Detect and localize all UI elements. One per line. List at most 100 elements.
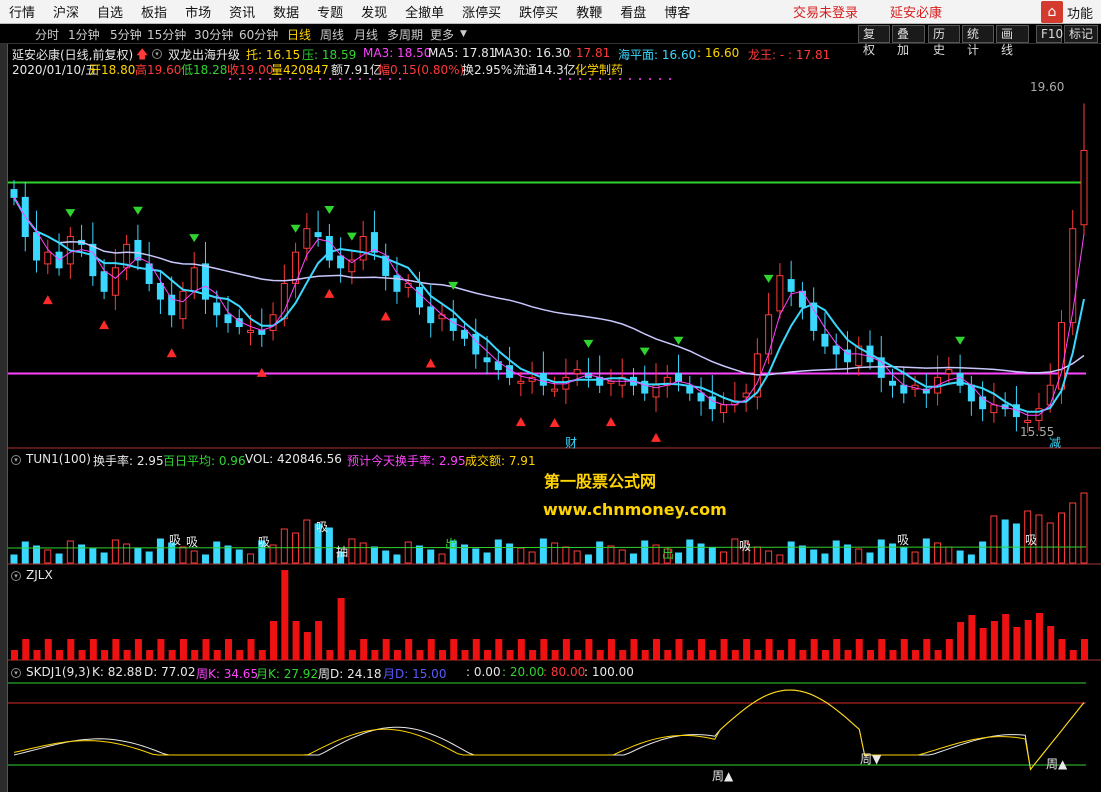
fund-flow-bar: [731, 650, 739, 660]
skdj-week-k: 周K: 34.65: [196, 667, 259, 681]
turnover-bar: [1057, 512, 1065, 564]
turnover-bar: [765, 550, 773, 564]
candle-body: [247, 329, 255, 333]
fund-flow-bar: [1047, 626, 1055, 660]
fund-flow-bar: [22, 639, 30, 660]
sell-triangle-marker: [189, 234, 200, 243]
turnover-bar: [190, 550, 198, 564]
fund-flow-bar: [191, 650, 199, 660]
close-value: 收19.00: [227, 63, 274, 77]
fund-flow-bar: [1069, 650, 1077, 660]
fund-flow-bar: [562, 639, 570, 660]
zjlx-panel-menu-icon[interactable]: ▾: [11, 571, 21, 581]
signal-dot: [259, 78, 261, 80]
fund-flow-bar: [303, 632, 311, 660]
fund-flow-bar: [867, 650, 874, 660]
turnover-bar: [720, 551, 728, 564]
xi-marker: 吸: [739, 539, 752, 553]
turnover-forecast: 预计今天换手率: 2.95: [347, 454, 466, 468]
turnover-bar: [731, 538, 739, 564]
fund-flow-bar: [1058, 639, 1066, 660]
xi-marker: 吸: [186, 535, 199, 549]
signal-dot: [559, 78, 561, 80]
turnover-bar: [596, 541, 604, 564]
triangle-down-icon: ▼: [872, 752, 882, 766]
buy-triangle-marker: [515, 417, 526, 427]
candle-body: [303, 228, 311, 249]
turnover-bar: [517, 547, 525, 564]
turnover-bar: [956, 550, 964, 564]
zhou-up-marker: 周▲: [1046, 755, 1067, 772]
fund-flow-bar: [1035, 613, 1043, 660]
turnover-bar: [370, 546, 378, 564]
sell-triangle-marker: [673, 336, 684, 345]
fund-flow-bar: [630, 639, 638, 660]
turnover-bar: [415, 545, 423, 564]
fund-flow-bar: [1002, 614, 1010, 660]
turnover-bar: [100, 552, 108, 564]
watermark-url: www.chnmoney.com: [543, 500, 727, 519]
turnover-bar: [359, 542, 367, 564]
candle-body: [224, 314, 232, 324]
candle-body: [1046, 384, 1054, 406]
buy-triangle-marker: [605, 417, 616, 427]
signal-dot: [339, 78, 341, 80]
ma3-value: MA3: 18.50: [363, 46, 432, 60]
turnover-bar: [382, 550, 390, 564]
candle-body: [483, 357, 491, 363]
turnover-bar: [551, 542, 559, 564]
turnover-bar: [753, 546, 761, 564]
signal-dot: [229, 78, 231, 80]
turnover-bar: [900, 547, 908, 564]
collapse-icon[interactable]: ▾: [152, 49, 162, 59]
candle-body: [190, 267, 198, 292]
fund-flow-bar: [484, 650, 492, 660]
fund-flow-bar: [472, 639, 480, 660]
turnover-bar: [472, 548, 480, 564]
signal-dot: [599, 78, 601, 80]
turnover-value: 换2.95%: [462, 63, 513, 77]
fund-flow-bar: [11, 650, 18, 660]
fund-flow-bar: [979, 628, 987, 660]
turnover-bar: [506, 543, 514, 564]
sell-triangle-marker: [583, 339, 594, 348]
turnover-bar: [10, 554, 18, 564]
fund-flow-bar: [540, 639, 548, 660]
longwang-value: 龙王: - : 17.81: [748, 48, 831, 62]
fund-flow-bar: [348, 650, 356, 660]
turnover-bar: [393, 554, 401, 564]
fund-flow-bar: [551, 650, 559, 660]
fund-flow-bar: [517, 639, 525, 660]
turnover-panel-title: TUN1(100): [26, 452, 91, 466]
buy-triangle-marker: [256, 367, 267, 377]
signal-dot: [659, 78, 661, 80]
turnover-panel-menu-icon[interactable]: ▾: [11, 455, 21, 465]
watermark-title: 第一股票公式网: [544, 472, 657, 491]
fund-flow-bar: [78, 650, 86, 660]
turnover-bar: [33, 545, 41, 564]
turnover-bar: [922, 538, 930, 564]
skdj-panel-menu-icon[interactable]: ▾: [11, 668, 21, 678]
fund-flow-bar: [179, 639, 187, 660]
signal-dot: [289, 78, 291, 80]
candle-body: [990, 404, 998, 414]
candle-body: [506, 365, 514, 378]
volume-value: 量420847: [271, 63, 329, 77]
skdj-month-d: 月D: 15.00: [383, 667, 447, 681]
fund-flow-bar: [213, 650, 221, 660]
fund-flow-bar: [607, 639, 615, 660]
candle-body: [44, 251, 52, 265]
candle-body: [573, 369, 581, 374]
signal-dot: [329, 78, 331, 80]
turnover-bar: [1046, 522, 1054, 564]
fund-flow-bar: [844, 650, 852, 660]
chu-marker: 出: [662, 547, 675, 561]
candle-body: [945, 369, 953, 374]
turnover-bar: [934, 542, 942, 564]
fund-flow-bar: [1024, 620, 1032, 660]
candle-body: [461, 329, 469, 339]
fund-flow-bar: [202, 639, 210, 660]
candle-body: [33, 232, 41, 261]
buy-triangle-marker: [324, 288, 335, 298]
fund-flow-bar: [461, 650, 469, 660]
